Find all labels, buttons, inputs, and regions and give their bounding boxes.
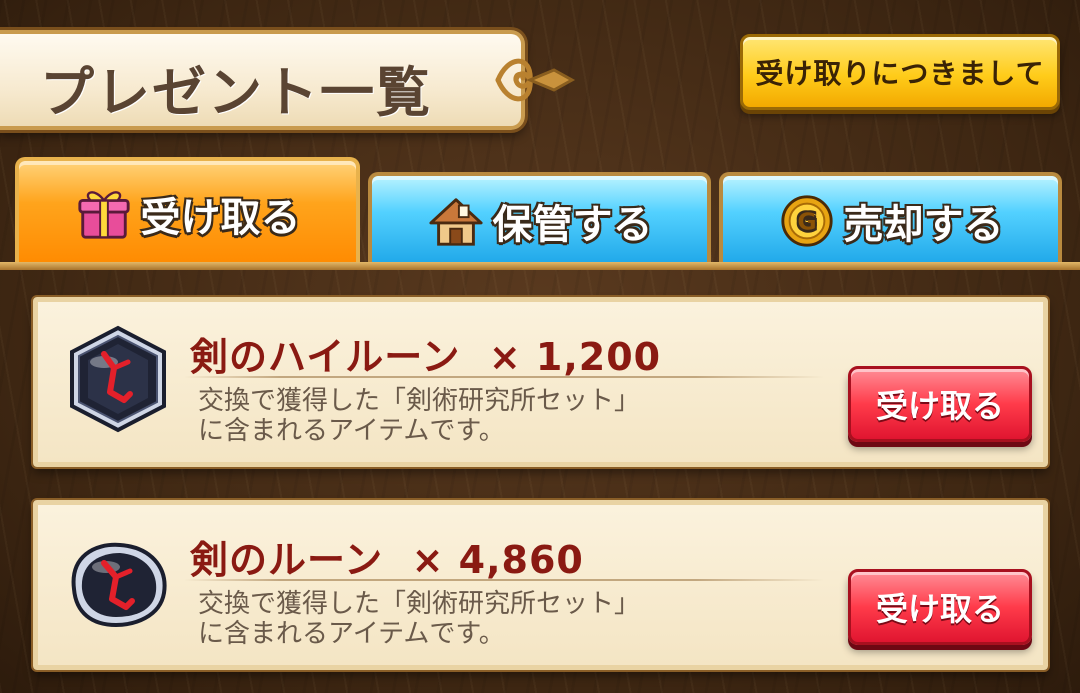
divider	[184, 579, 824, 581]
item-name-text: 剣のルーン	[190, 538, 384, 582]
rune-icon	[71, 542, 167, 628]
tab-store[interactable]: 保管する	[368, 172, 711, 266]
item-description: 交換で獲得した「剣術研究所セット」 に含まれるアイテムです。	[198, 386, 641, 446]
house-icon	[428, 198, 483, 246]
tab-receive-label: 受け取る	[140, 194, 301, 241]
item-name: 剣のルーン × 4,860	[190, 529, 584, 584]
item-quantity: × 4,860	[411, 538, 584, 582]
item-description: 交換で獲得した「剣術研究所セット」 に含まれるアイテムです。	[198, 589, 641, 649]
item-quantity: × 1,200	[488, 335, 662, 379]
present-item-card: 剣のルーン × 4,860 交換で獲得した「剣術研究所セット」 に含まれるアイテ…	[33, 500, 1048, 670]
receiving-info-button[interactable]: 受け取りにつきまして	[740, 34, 1060, 110]
high-rune-icon	[70, 325, 166, 433]
receive-button-label: 受け取る	[875, 590, 1004, 628]
svg-text:G: G	[797, 209, 816, 236]
gold-coin-icon: G	[780, 195, 833, 247]
page-title: プレゼント一覧	[40, 61, 432, 124]
tab-sell[interactable]: G 売却する	[719, 172, 1062, 266]
title-banner: プレゼント一覧	[0, 30, 525, 130]
tab-receive[interactable]: 受け取る	[15, 157, 360, 266]
scroll-ornament-icon	[495, 58, 576, 102]
item-name-text: 剣のハイルーン	[190, 335, 461, 379]
receive-button[interactable]: 受け取る	[848, 366, 1032, 442]
receiving-info-label: 受け取りにつきまして	[755, 57, 1045, 90]
receive-button[interactable]: 受け取る	[848, 569, 1032, 645]
gift-box-icon	[77, 190, 130, 239]
divider	[184, 376, 824, 378]
tab-sell-label: 売却する	[843, 202, 1004, 248]
receive-button-label: 受け取る	[875, 387, 1004, 425]
tab-strip	[0, 262, 1080, 270]
present-item-card: 剣のハイルーン × 1,200 交換で獲得した「剣術研究所セット」 に含まれるア…	[33, 297, 1048, 467]
tab-store-label: 保管する	[492, 202, 653, 248]
item-name: 剣のハイルーン × 1,200	[190, 326, 661, 381]
